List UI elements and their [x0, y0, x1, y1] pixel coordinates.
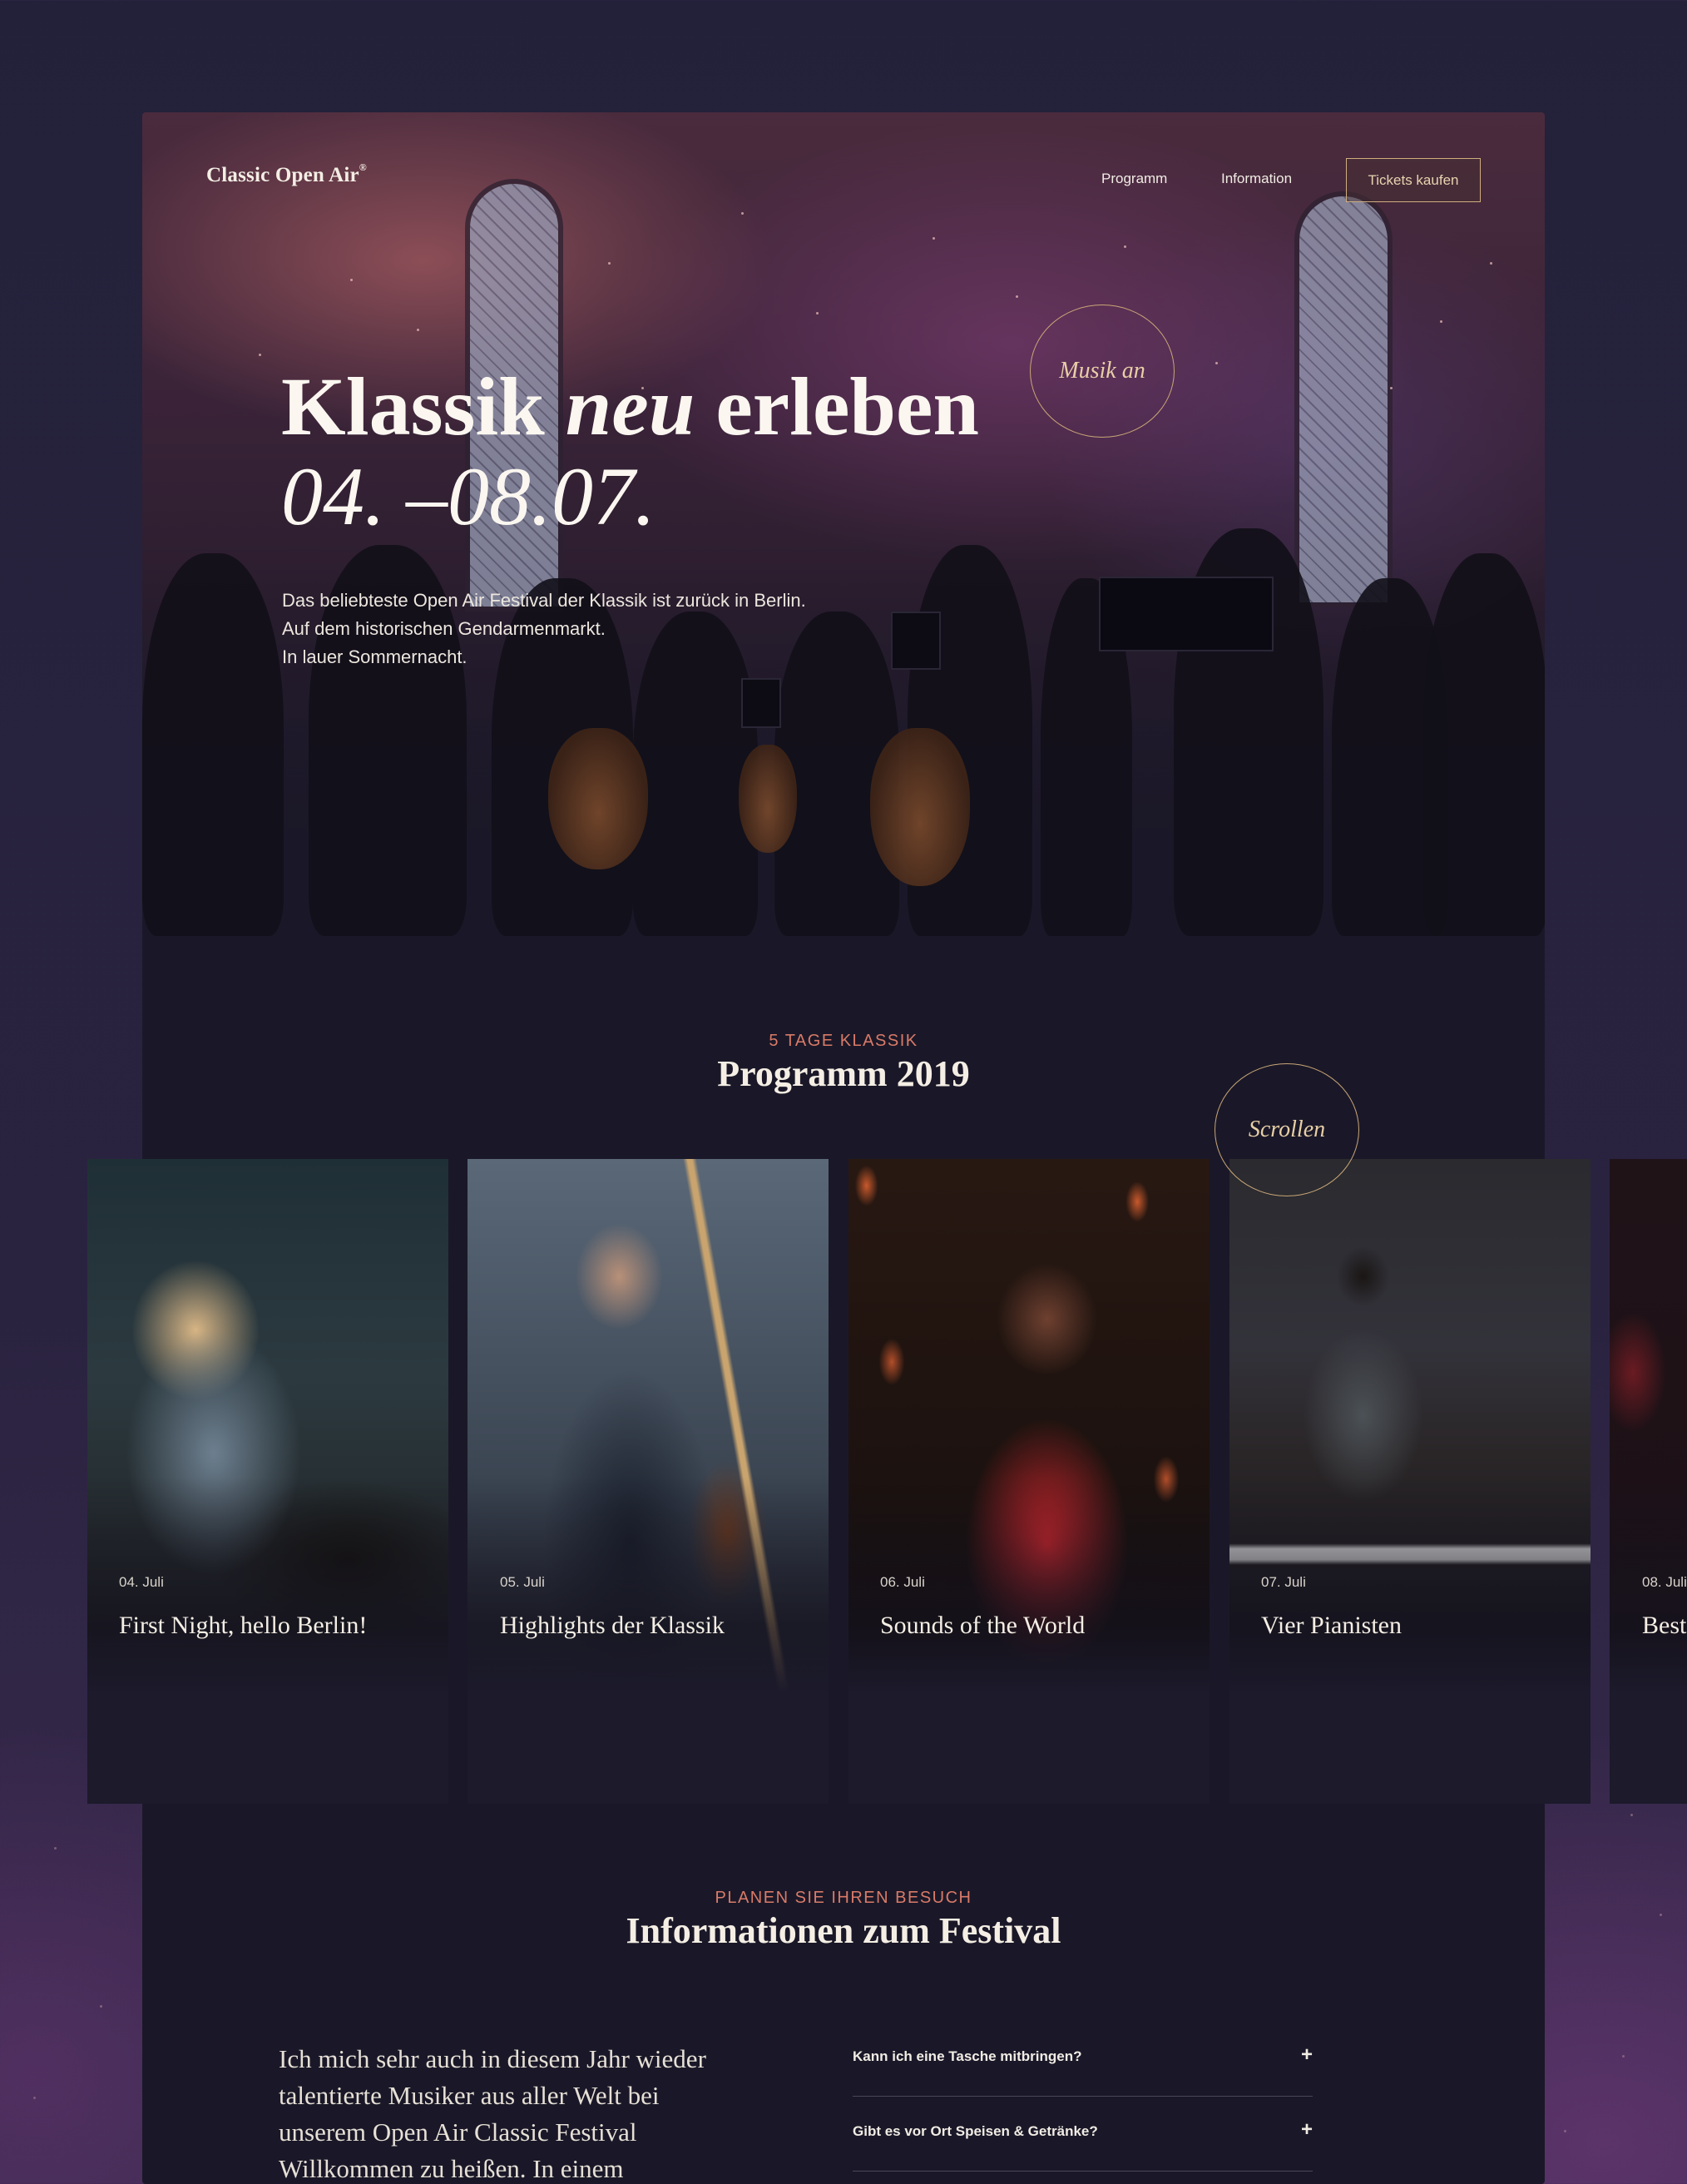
card-title[interactable]: Sounds of the World [880, 1612, 1085, 1640]
card-title[interactable]: First Night, hello Berlin! [119, 1612, 367, 1640]
card-title[interactable]: Highlights der Klassik [500, 1612, 725, 1640]
scroll-label: Scrollen [1248, 1117, 1326, 1142]
nav-programm[interactable]: Programm [1101, 171, 1167, 187]
faq-question: Kann ich eine Tasche mitbringen? [853, 2048, 1082, 2064]
card-date: 06. Juli [880, 1574, 925, 1590]
program-eyebrow: 5 TAGE KLASSIK [769, 1032, 918, 1050]
card-date: 08. Juli [1642, 1574, 1687, 1590]
program-card[interactable] [1610, 1159, 1687, 1804]
tickets-button[interactable]: Tickets kaufen [1346, 158, 1481, 202]
hero-title-end: erleben [695, 360, 979, 453]
program-carousel[interactable] [0, 1159, 1687, 1804]
hero: Classic Open Air® Programm Information T… [142, 112, 1545, 936]
hero-description: Das beliebteste Open Air Festival der Kl… [282, 587, 914, 671]
hero-line: In lauer Sommernacht. [282, 646, 468, 667]
card-title[interactable]: Best [1642, 1612, 1686, 1640]
plus-icon[interactable]: + [1301, 2043, 1313, 2067]
card-title[interactable]: Vier Pianisten [1261, 1612, 1402, 1640]
scroll-button[interactable]: Scrollen [1215, 1063, 1359, 1196]
logo-text: Classic Open Air [206, 164, 359, 186]
music-toggle-button[interactable]: Musik an [1030, 305, 1175, 438]
hero-line: Das beliebteste Open Air Festival der Kl… [282, 590, 806, 611]
logo[interactable]: Classic Open Air® [206, 161, 367, 187]
registered-mark: ® [359, 161, 367, 173]
faq-item[interactable]: Gibt es vor Ort Speisen & Getränke? + [853, 2097, 1313, 2172]
faq-question: Gibt es vor Ort Speisen & Getränke? [853, 2123, 1098, 2139]
card-date: 04. Juli [119, 1574, 164, 1590]
card-date: 05. Juli [500, 1574, 545, 1590]
info-body-text: Ich mich sehr auch in diesem Jahr wieder… [279, 2044, 706, 2183]
program-card[interactable] [468, 1159, 829, 1804]
nav-information[interactable]: Information [1221, 171, 1292, 187]
card-date: 07. Juli [1261, 1574, 1306, 1590]
hero-dates: 04. –08.07. [281, 450, 656, 542]
faq-item[interactable]: Kann ich eine Tasche mitbringen? + [853, 2022, 1313, 2097]
program-card[interactable] [848, 1159, 1210, 1804]
hero-title-start: Klassik [281, 360, 566, 453]
music-toggle-label: Musik an [1059, 358, 1145, 384]
info-eyebrow: PLANEN SIE IHREN BESUCH [715, 1889, 972, 1907]
church-window-right [1294, 191, 1393, 607]
info-title: Informationen zum Festival [626, 1910, 1061, 1951]
program-card[interactable] [87, 1159, 448, 1804]
hero-title-emphasis: neu [565, 360, 695, 453]
hero-line: Auf dem historischen Gendarmenmarkt. [282, 618, 606, 639]
hero-title: Klassik neu erleben [281, 362, 979, 452]
program-card[interactable] [1229, 1159, 1591, 1804]
plus-icon[interactable]: + [1301, 2118, 1313, 2142]
